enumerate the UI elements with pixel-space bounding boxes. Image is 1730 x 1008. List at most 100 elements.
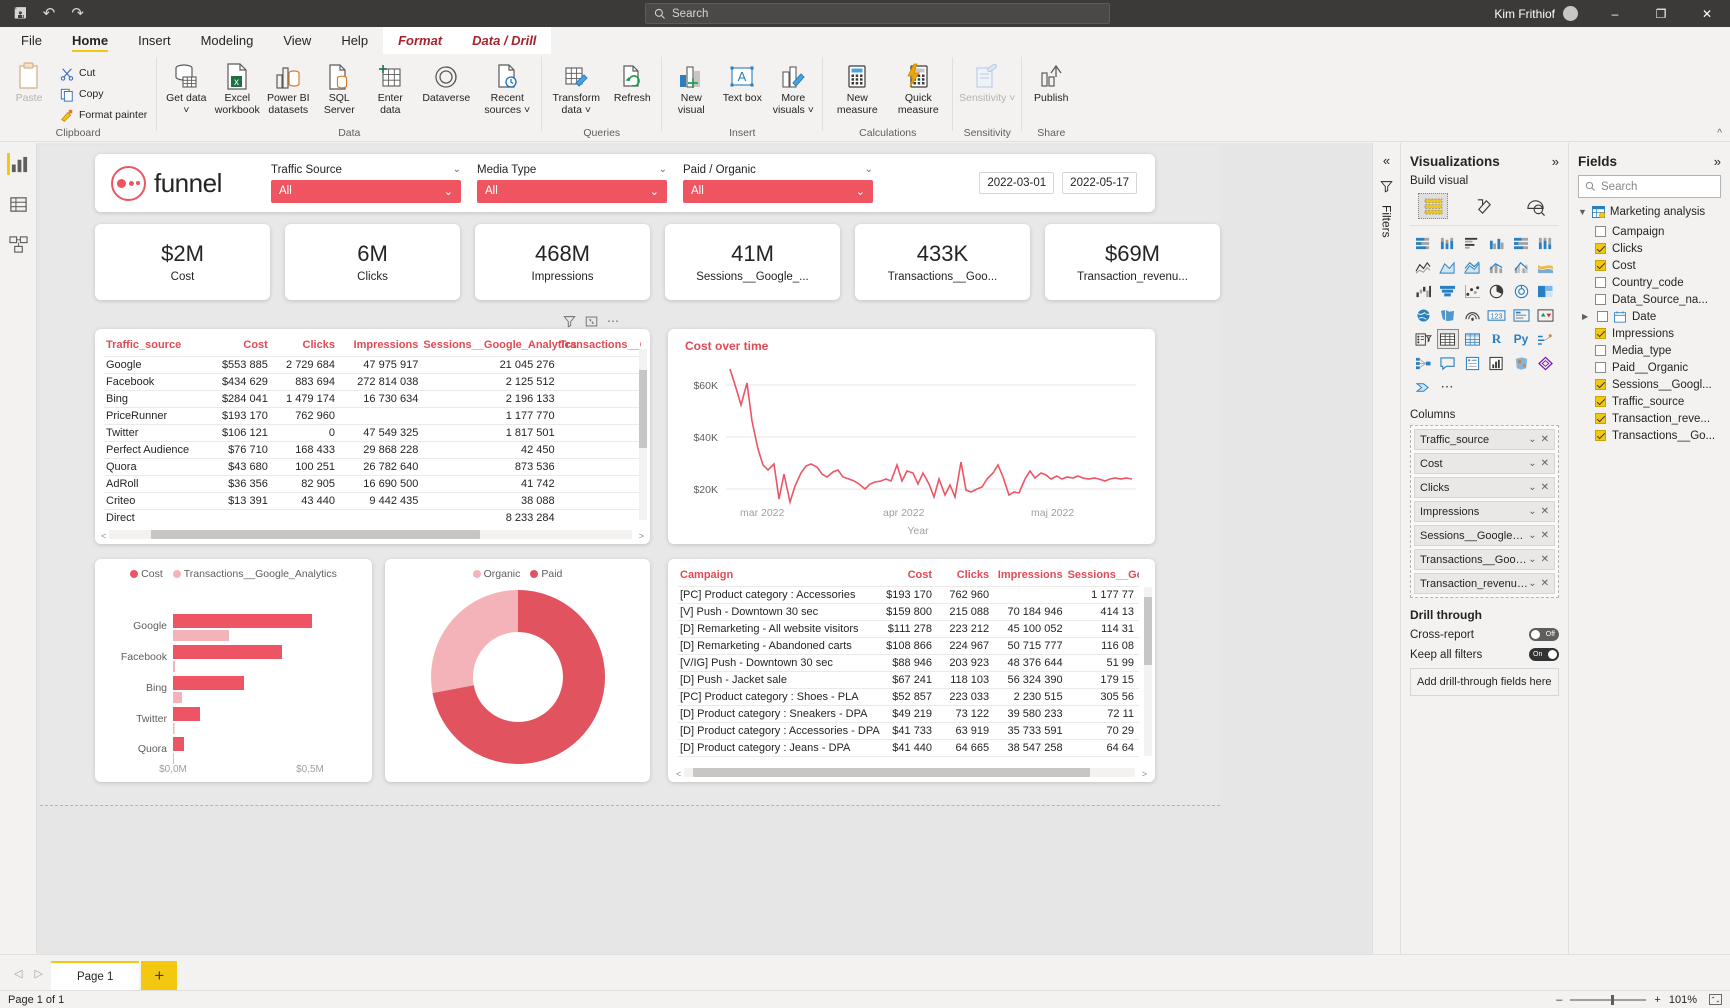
- field-checkbox[interactable]: [1595, 328, 1606, 339]
- ribbon-tab-data-drill[interactable]: Data / Drill: [457, 27, 552, 54]
- well-field-transaction-revenue[interactable]: Transaction_revenue__...⌄ ✕: [1414, 573, 1555, 594]
- kpi-card-revenue[interactable]: $69M Transaction_revenu...: [1045, 224, 1220, 300]
- table-row[interactable]: Quora $43 680 100 251 26 782 640 873 536: [104, 458, 641, 476]
- quick-measure-button[interactable]: Quick measure: [888, 59, 948, 120]
- field-data-source-name[interactable]: Data_Source_na...: [1578, 291, 1721, 308]
- first-page-icon[interactable]: ◁: [14, 967, 22, 980]
- remove-field-icon[interactable]: ✕: [1541, 554, 1549, 565]
- ribbon-collapse-chevron[interactable]: ^: [1717, 128, 1722, 139]
- kpi-card-sessions[interactable]: 41M Sessions__Google_...: [665, 224, 840, 300]
- field-transaction-revenue[interactable]: Transaction_reve...: [1578, 410, 1721, 427]
- paginated-report-icon[interactable]: [1461, 353, 1483, 373]
- legend-item-paid[interactable]: Paid: [530, 568, 562, 580]
- remove-field-icon[interactable]: ✕: [1541, 530, 1549, 541]
- excel-workbook-button[interactable]: x Excel workbook: [212, 59, 262, 120]
- scroll-right-arrow[interactable]: >: [1142, 769, 1147, 779]
- close-button[interactable]: ✕: [1684, 0, 1730, 27]
- global-search-box[interactable]: Search: [645, 3, 1110, 24]
- chevron-down-icon[interactable]: ⌄: [444, 185, 453, 198]
- table-row[interactable]: [V/YT] Push - Downtown 30 sec$26 19357 5…: [678, 756, 1139, 760]
- kpi-card-impressions[interactable]: 468M Impressions: [475, 224, 650, 300]
- cost-over-time-chart-visual[interactable]: Cost over time $60K $40K $20K mar 2022 a…: [668, 329, 1155, 544]
- chevron-down-icon[interactable]: ⌄: [1528, 578, 1536, 589]
- campaign-table-vertical-scrollbar[interactable]: [1144, 587, 1152, 756]
- campaign-table-visual[interactable]: Campaign Cost Clicks Impressions Session…: [668, 559, 1155, 782]
- key-influencers-icon[interactable]: [1412, 353, 1434, 373]
- copy-button[interactable]: Copy: [55, 84, 152, 105]
- remove-field-icon[interactable]: ✕: [1541, 434, 1549, 445]
- cross-report-toggle[interactable]: Off: [1529, 628, 1559, 641]
- field-checkbox[interactable]: [1595, 413, 1606, 424]
- pie-chart-icon[interactable]: [1486, 281, 1508, 301]
- field-checkbox[interactable]: [1595, 277, 1606, 288]
- well-field-cost[interactable]: Cost ⌄ ✕: [1414, 453, 1555, 474]
- col-clicks[interactable]: Clicks: [937, 567, 994, 587]
- stacked-column-chart-icon[interactable]: [1437, 233, 1459, 253]
- ribbon-tab-insert[interactable]: Insert: [123, 27, 186, 54]
- fit-to-page-icon[interactable]: [1709, 994, 1722, 1005]
- zoom-out-button[interactable]: –: [1556, 994, 1562, 1006]
- sensitivity-button[interactable]: Sensitivity ˅: [957, 59, 1017, 107]
- transform-data-button[interactable]: Transform data ˅: [546, 59, 606, 120]
- power-automate-icon[interactable]: [1412, 377, 1434, 397]
- azure-map-icon[interactable]: [1461, 305, 1483, 325]
- fields-build-button[interactable]: [1418, 193, 1448, 219]
- field-checkbox[interactable]: [1595, 379, 1606, 390]
- chevron-down-icon[interactable]: ⌄: [865, 164, 873, 175]
- more-options-icon[interactable]: ⋯: [607, 314, 619, 328]
- cut-button[interactable]: Cut: [55, 63, 152, 84]
- ribbon-tab-help[interactable]: Help: [326, 27, 383, 54]
- drill-through-dropzone[interactable]: Add drill-through fields here: [1410, 668, 1559, 696]
- legend-item-cost[interactable]: Cost: [130, 568, 163, 580]
- report-view-icon[interactable]: [7, 153, 29, 175]
- add-page-button[interactable]: +: [141, 961, 178, 990]
- more-visuals-button[interactable]: More visuals ˅: [768, 59, 818, 120]
- user-account[interactable]: Kim Frithiof: [1494, 6, 1592, 21]
- table-row[interactable]: Criteo $13 391 43 440 9 442 435 38 088: [104, 492, 641, 510]
- field-checkbox[interactable]: [1597, 311, 1608, 322]
- field-checkbox[interactable]: [1595, 396, 1606, 407]
- table-row[interactable]: [D] Remarketing - All website visitors $1…: [678, 620, 1139, 638]
- field-traffic-source[interactable]: Traffic_source: [1578, 393, 1721, 410]
- slicer-traffic-source-box[interactable]: All ⌄: [271, 179, 461, 203]
- col-clicks[interactable]: Clicks: [273, 337, 340, 357]
- redo-icon[interactable]: ↷: [71, 6, 84, 21]
- chevron-double-right-icon[interactable]: »: [1552, 154, 1559, 169]
- python-visual-icon[interactable]: Py: [1510, 329, 1532, 349]
- paid-organic-donut-chart-visual[interactable]: Organic Paid: [385, 559, 650, 782]
- field-checkbox[interactable]: [1595, 345, 1606, 356]
- col-campaign[interactable]: Campaign: [678, 567, 880, 587]
- recent-sources-button[interactable]: Recent sources ˅: [477, 59, 537, 120]
- undo-icon[interactable]: ↶: [43, 6, 56, 21]
- scroll-left-arrow[interactable]: <: [676, 769, 681, 779]
- chevron-double-left-icon[interactable]: «: [1383, 153, 1390, 168]
- table-row[interactable]: [D] Product category : Accessories - DPA…: [678, 722, 1139, 740]
- arcgis-map-icon[interactable]: [1510, 353, 1532, 373]
- table-row[interactable]: Direct 8 233 284: [104, 509, 641, 526]
- chevron-down-icon[interactable]: ⌄: [659, 164, 667, 175]
- power-apps-icon[interactable]: [1535, 353, 1557, 373]
- slicer-icon[interactable]: [1412, 329, 1434, 349]
- chevron-down-icon[interactable]: ⌄: [1528, 458, 1536, 469]
- col-impressions[interactable]: Impressions: [340, 337, 423, 357]
- chevron-down-icon[interactable]: ⌄: [650, 185, 659, 198]
- traffic-table-horizontal-scrollbar[interactable]: [109, 530, 632, 539]
- powerbi-datasets-button[interactable]: Power BI datasets: [263, 59, 313, 120]
- 100-stacked-column-chart-icon[interactable]: [1535, 233, 1557, 253]
- slicer-paid-organic[interactable]: Paid / Organic ⌄ All ⌄: [683, 164, 873, 203]
- refresh-button[interactable]: Refresh: [607, 59, 657, 107]
- well-field-clicks[interactable]: Clicks ⌄ ✕: [1414, 477, 1555, 498]
- chevron-down-icon[interactable]: ⌄: [1528, 554, 1536, 565]
- legend-item-organic[interactable]: Organic: [472, 568, 520, 580]
- well-field-traffic-source[interactable]: Traffic_source ⌄ ✕: [1414, 429, 1555, 450]
- multi-row-card-icon[interactable]: [1510, 305, 1532, 325]
- columns-well[interactable]: Traffic_source ⌄ ✕ Cost ⌄ ✕ Clicks ⌄ ✕ Impress…: [1410, 425, 1559, 598]
- clustered-column-chart-icon[interactable]: [1486, 233, 1508, 253]
- smart-narrative-icon[interactable]: [1486, 353, 1508, 373]
- clustered-bar-chart-icon[interactable]: [1461, 233, 1483, 253]
- line-chart-icon[interactable]: [1412, 257, 1434, 277]
- field-impressions[interactable]: Impressions: [1578, 325, 1721, 342]
- page-tab-page-1[interactable]: Page 1: [50, 961, 140, 990]
- paste-button[interactable]: Paste: [4, 59, 54, 107]
- table-row[interactable]: Google $553 885 2 729 684 47 975 917 21 045 …: [104, 356, 641, 374]
